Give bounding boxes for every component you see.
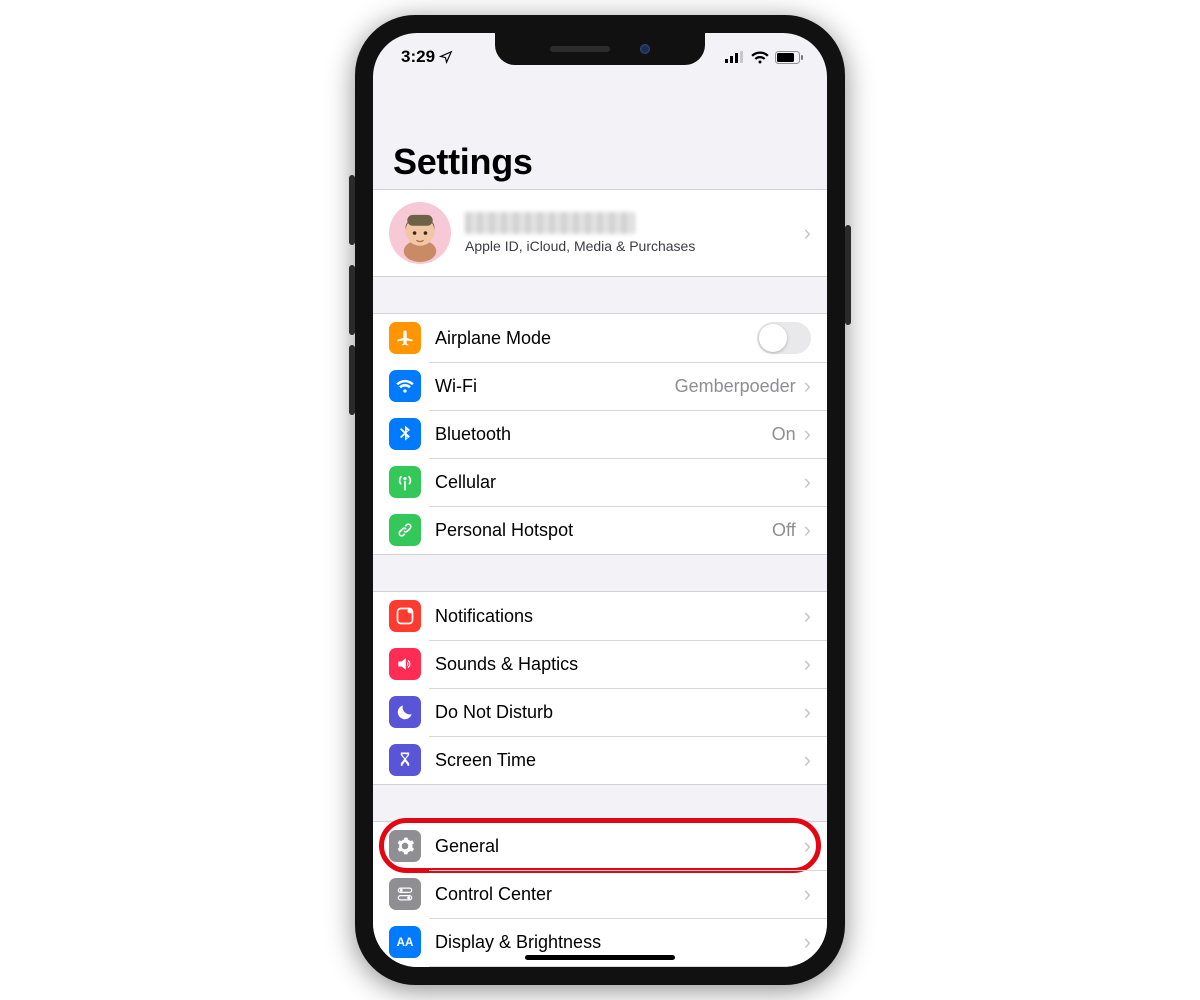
chevron-right-icon: › — [804, 653, 811, 675]
bluetooth-icon — [389, 418, 421, 450]
settings-row-homescreen[interactable]: Home Screen› — [373, 966, 827, 967]
chevron-right-icon: › — [804, 701, 811, 723]
chevron-right-icon: › — [804, 605, 811, 627]
location-icon — [439, 50, 453, 64]
page-title: Settings — [393, 141, 807, 183]
chevron-right-icon: › — [804, 222, 811, 244]
row-value: On — [772, 424, 796, 445]
status-indicators — [725, 51, 803, 64]
row-label: Bluetooth — [435, 424, 772, 445]
chevron-right-icon: › — [804, 471, 811, 493]
chevron-right-icon: › — [804, 883, 811, 905]
settings-group: Notifications›Sounds & Haptics›Do Not Di… — [373, 591, 827, 785]
speaker-icon — [389, 648, 421, 680]
antenna-icon — [389, 466, 421, 498]
row-label: General — [435, 836, 804, 857]
settings-row-sounds[interactable]: Sounds & Haptics› — [373, 640, 827, 688]
settings-group: General›Control Center›Display & Brightn… — [373, 821, 827, 967]
page-header: Settings — [373, 81, 827, 189]
bell-icon — [389, 600, 421, 632]
toggle-airplane[interactable] — [757, 322, 811, 354]
avatar — [389, 202, 451, 264]
row-label: Wi-Fi — [435, 376, 675, 397]
battery-icon — [775, 51, 803, 64]
cellular-signal-icon — [725, 51, 745, 63]
row-value: Off — [772, 520, 796, 541]
row-label: Airplane Mode — [435, 328, 757, 349]
chevron-right-icon: › — [804, 749, 811, 771]
chevron-right-icon: › — [804, 519, 811, 541]
gear-icon — [389, 830, 421, 862]
row-label: Do Not Disturb — [435, 702, 804, 723]
device-notch — [495, 33, 705, 65]
settings-row-wifi[interactable]: Wi-FiGemberpoeder › — [373, 362, 827, 410]
row-label: Personal Hotspot — [435, 520, 772, 541]
settings-row-notifications[interactable]: Notifications› — [373, 592, 827, 640]
home-indicator[interactable] — [525, 955, 675, 960]
profile-name-redacted — [465, 212, 635, 234]
hourglass-icon — [389, 744, 421, 776]
chevron-right-icon: › — [804, 931, 811, 953]
settings-row-cellular[interactable]: Cellular› — [373, 458, 827, 506]
chevron-right-icon: › — [804, 835, 811, 857]
chevron-right-icon: › — [804, 375, 811, 397]
profile-subtitle: Apple ID, iCloud, Media & Purchases — [465, 238, 804, 254]
settings-row-screentime[interactable]: Screen Time› — [373, 736, 827, 784]
row-value: Gemberpoeder — [675, 376, 796, 397]
wifi-icon — [389, 370, 421, 402]
row-label: Display & Brightness — [435, 932, 804, 953]
settings-group: Airplane ModeWi-FiGemberpoeder›Bluetooth… — [373, 313, 827, 555]
row-label: Control Center — [435, 884, 804, 905]
settings-row-controlcenter[interactable]: Control Center› — [373, 870, 827, 918]
airplane-icon — [389, 322, 421, 354]
phone-device-frame: 3:29 Settings Apple ID, iCloud, Media & … — [355, 15, 845, 985]
link-icon — [389, 514, 421, 546]
row-label: Cellular — [435, 472, 804, 493]
wifi-status-icon — [751, 51, 769, 64]
settings-row-airplane[interactable]: Airplane Mode — [373, 314, 827, 362]
settings-row-dnd[interactable]: Do Not Disturb› — [373, 688, 827, 736]
status-time: 3:29 — [401, 47, 435, 67]
settings-row-general[interactable]: General› — [373, 822, 827, 870]
settings-row-hotspot[interactable]: Personal HotspotOff › — [373, 506, 827, 554]
moon-icon — [389, 696, 421, 728]
phone-screen: 3:29 Settings Apple ID, iCloud, Media & … — [373, 33, 827, 967]
row-label: Notifications — [435, 606, 804, 627]
chevron-right-icon: › — [804, 423, 811, 445]
settings-row-bluetooth[interactable]: BluetoothOn › — [373, 410, 827, 458]
aa-icon — [389, 926, 421, 958]
switches-icon — [389, 878, 421, 910]
apple-id-row[interactable]: Apple ID, iCloud, Media & Purchases › — [373, 190, 827, 276]
profile-group: Apple ID, iCloud, Media & Purchases › — [373, 189, 827, 277]
row-label: Screen Time — [435, 750, 804, 771]
row-label: Sounds & Haptics — [435, 654, 804, 675]
